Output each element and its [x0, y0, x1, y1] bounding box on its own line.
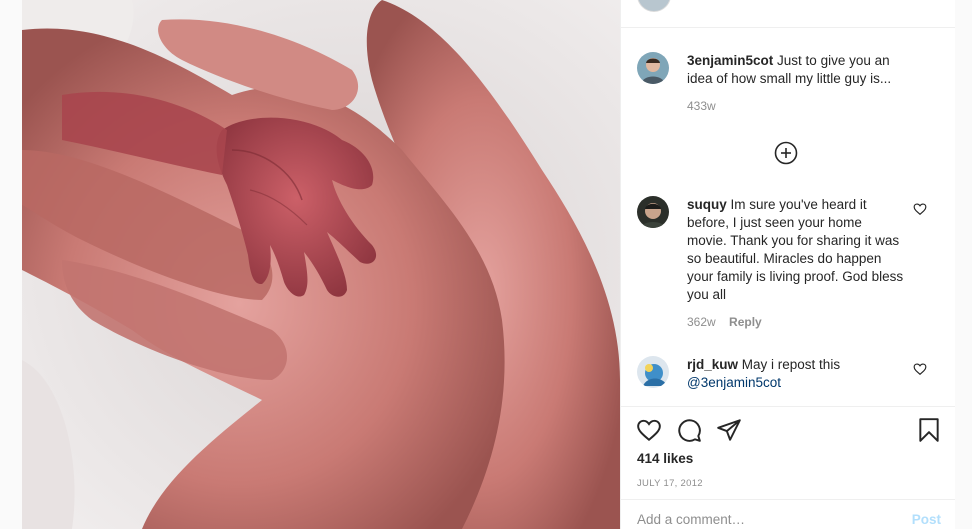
comment-button[interactable] [676, 417, 702, 443]
header-divider [621, 27, 955, 28]
heart-icon [637, 419, 661, 442]
comment-mention-link[interactable]: @3enjamin5cot [687, 375, 781, 390]
avatar-image [637, 196, 669, 228]
comment-text-block: rjd_kuw May i repost this @3enjamin5cot [687, 356, 905, 392]
caption-text-block: 3enjamin5cot Just to give you an idea of… [687, 52, 905, 88]
author-avatar[interactable] [637, 0, 671, 12]
comment-item: rjd_kuw May i repost this @3enjamin5cot [637, 356, 941, 392]
comment-text: Im sure you've heard it before, I just s… [687, 197, 904, 302]
hand-photo-image [22, 0, 620, 529]
caption-meta: 433w [687, 99, 941, 113]
caption-time[interactable]: 433w [687, 99, 716, 113]
likes-count[interactable]: 414 likes [637, 451, 693, 466]
comments-panel: 3enjamin5cot Just to give you an idea of… [620, 0, 956, 529]
plus-circle-icon [774, 141, 798, 165]
add-comment-divider [621, 499, 955, 500]
caption: 3enjamin5cot Just to give you an idea of… [637, 52, 941, 113]
comment-meta: 362w Reply [687, 315, 941, 329]
comment-username[interactable]: suquy [687, 197, 727, 212]
like-button[interactable] [636, 417, 662, 443]
page-gutter [955, 0, 972, 529]
like-comment-button[interactable] [913, 202, 927, 216]
heart-icon [913, 363, 927, 376]
avatar-image [637, 356, 669, 388]
like-comment-button[interactable] [913, 362, 927, 376]
comment-text-block: suquy Im sure you've heard it before, I … [687, 196, 905, 304]
comment-item: suquy Im sure you've heard it before, I … [637, 196, 941, 329]
post-date[interactable]: JULY 17, 2012 [637, 478, 703, 489]
bookmark-icon [919, 418, 939, 442]
commenter-avatar[interactable] [637, 356, 669, 388]
actions-divider [621, 406, 955, 407]
heart-icon [913, 203, 927, 216]
post-comment-button[interactable]: Post [912, 512, 941, 527]
load-more-comments-button[interactable] [774, 141, 798, 165]
share-button[interactable] [716, 417, 742, 443]
save-button[interactable] [916, 417, 942, 443]
add-comment-input[interactable] [637, 512, 877, 527]
commenter-avatar[interactable] [637, 196, 669, 228]
comment-icon [678, 419, 701, 442]
comment-username[interactable]: rjd_kuw [687, 357, 738, 372]
caption-username[interactable]: 3enjamin5cot [687, 53, 773, 68]
comment-time[interactable]: 362w [687, 315, 716, 329]
paper-plane-icon [717, 419, 741, 441]
post-photo[interactable] [22, 0, 620, 529]
caption-avatar[interactable] [637, 52, 669, 84]
reply-button[interactable]: Reply [729, 315, 762, 329]
avatar-image [637, 52, 669, 84]
comment-text: May i repost this [741, 357, 841, 372]
